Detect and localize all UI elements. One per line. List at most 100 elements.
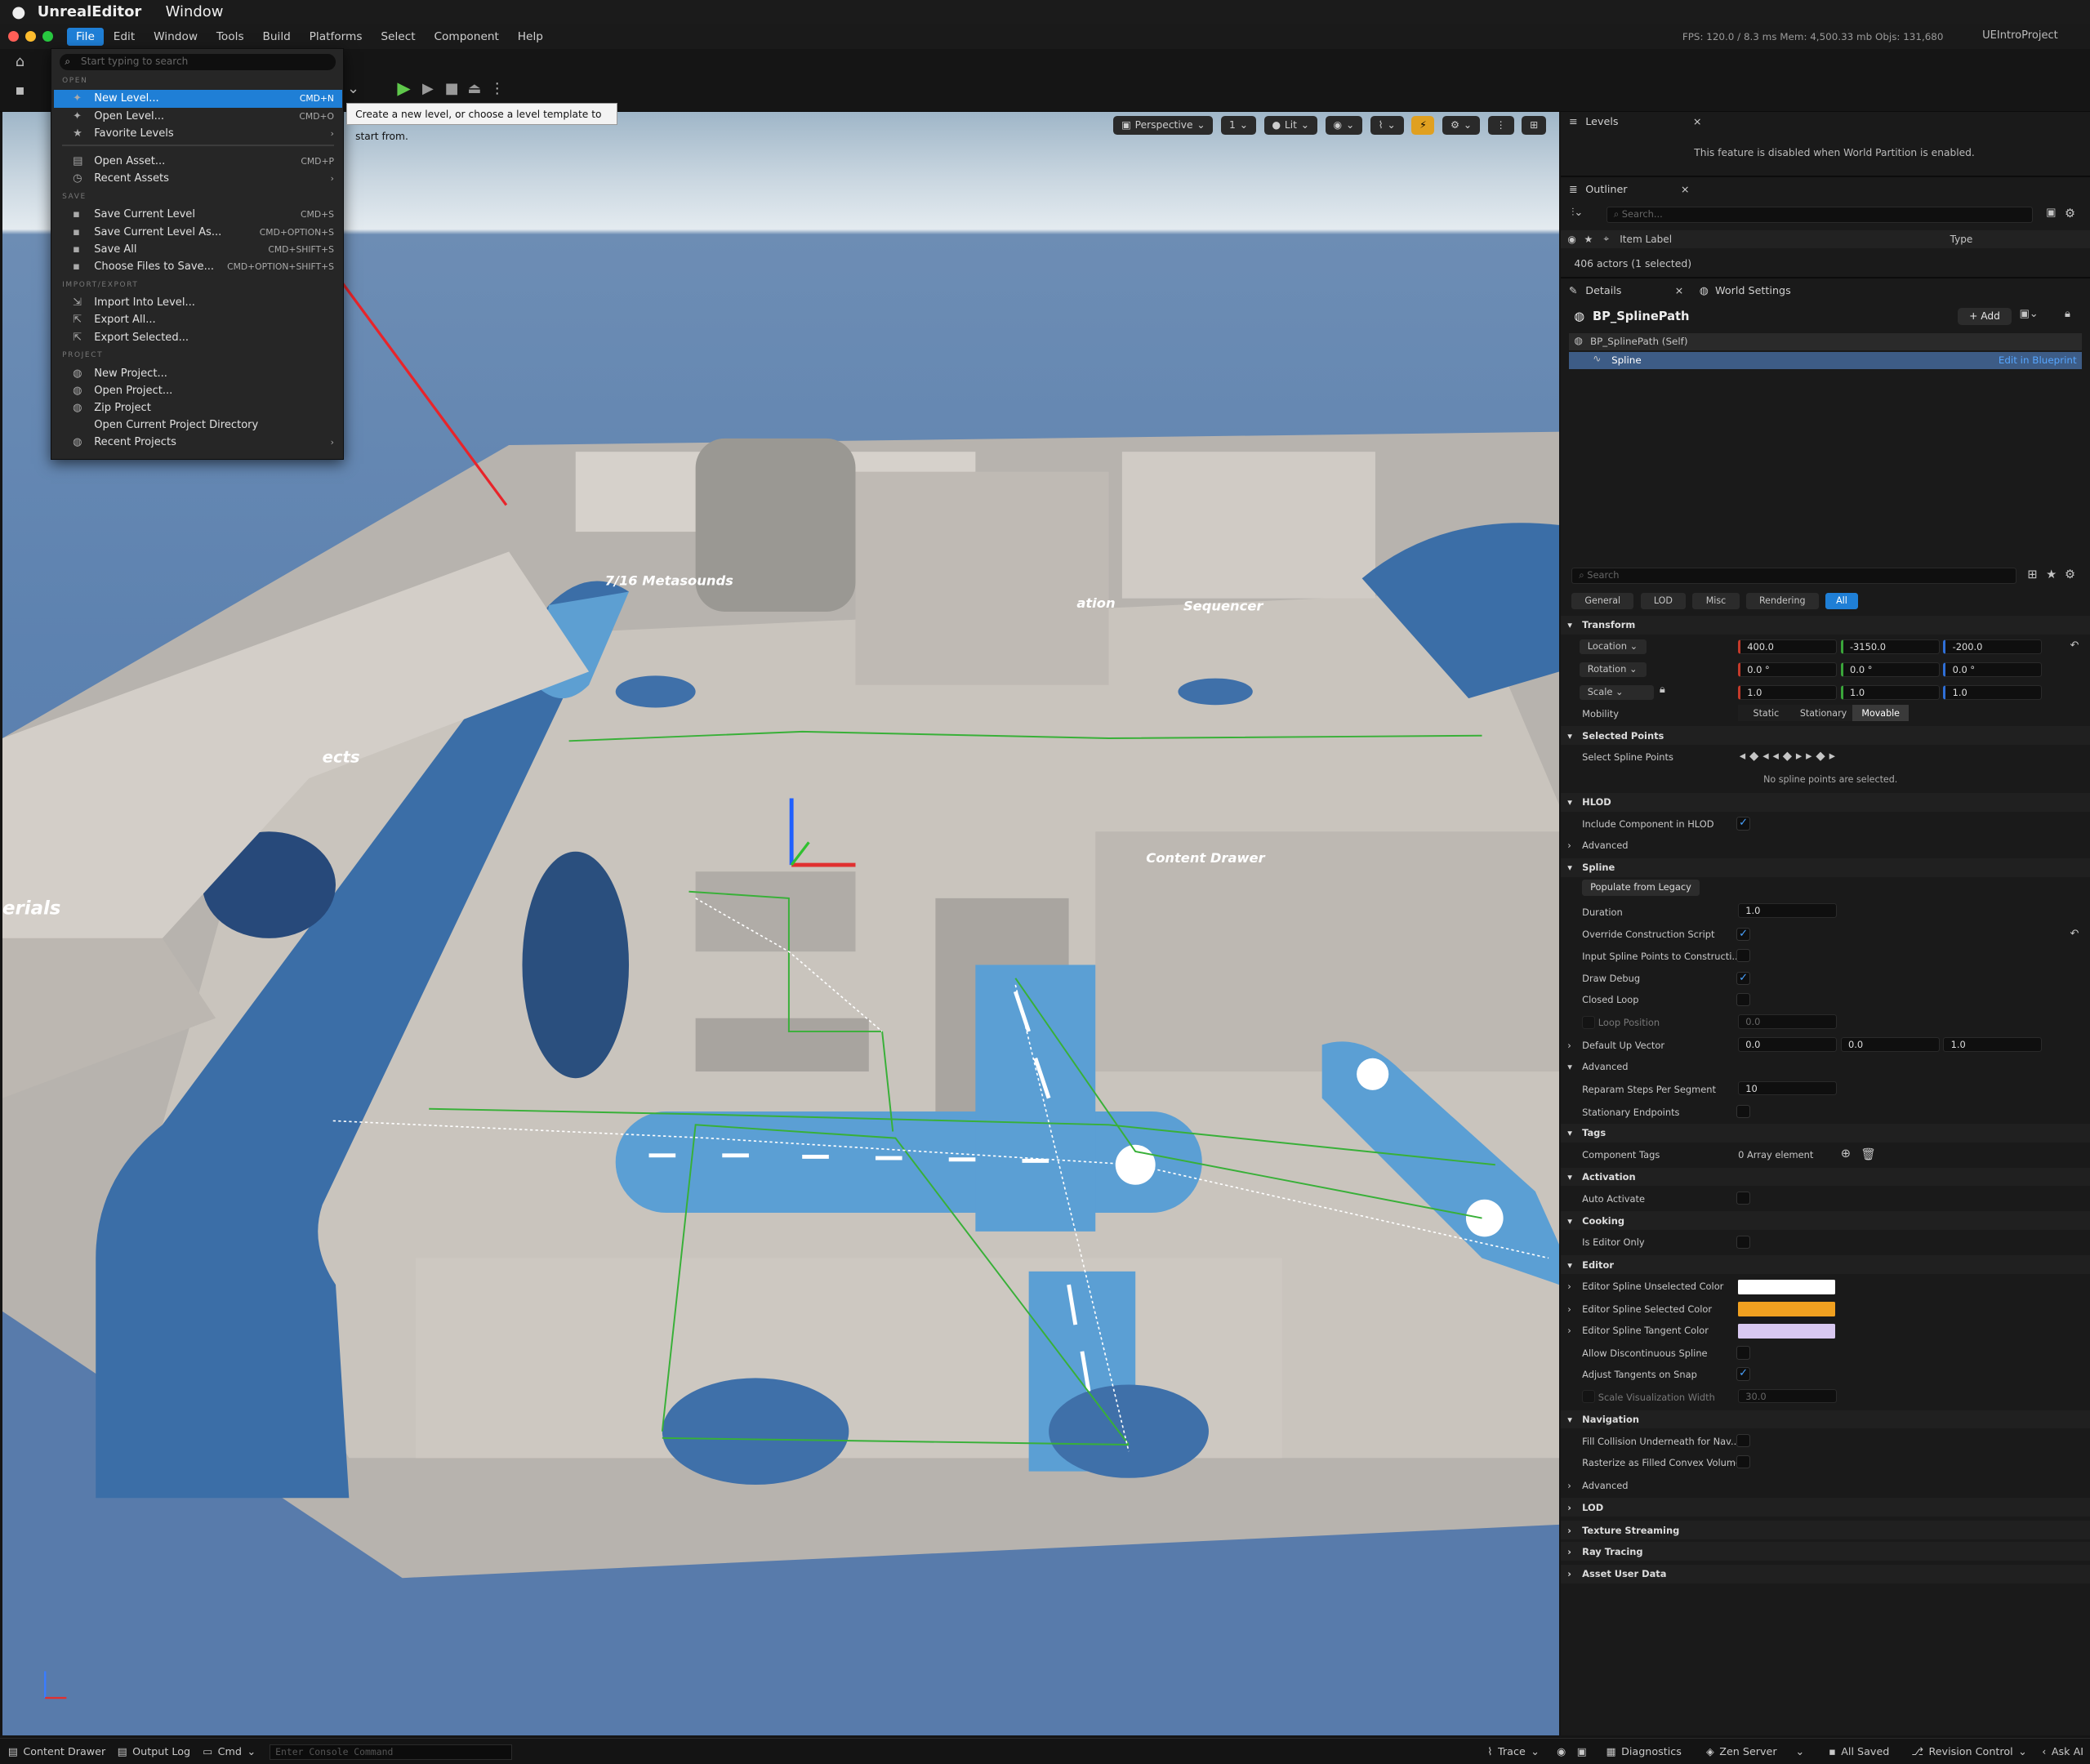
close-icon[interactable]: × (1675, 284, 1684, 296)
menu-open-asset[interactable]: ▤ Open Asset... CMD+P (54, 153, 342, 170)
category-transform[interactable]: ▾ Transform (1561, 615, 2090, 635)
outliner-search[interactable]: ⌕ Search... (1606, 206, 2033, 223)
menu-choose-files-to-save[interactable]: ▪ Choose Files to Save... CMD+OPTION+SHIFT… (54, 258, 342, 275)
record-icon[interactable]: ◉ (1557, 1745, 1566, 1757)
menu-edit[interactable]: Edit (104, 28, 144, 47)
mobility-static[interactable]: Static (1738, 705, 1794, 721)
category-selected-points[interactable]: ▾ Selected Points (1561, 726, 2090, 746)
closed-loop-checkbox[interactable] (1736, 992, 1750, 1007)
menu-recent-assets[interactable]: ◷ Recent Assets › (54, 170, 342, 187)
close-icon[interactable]: × (1681, 183, 1690, 195)
menu-window[interactable]: Window (145, 28, 207, 47)
category-texture-streaming[interactable]: › Texture Streaming (1561, 1521, 2090, 1539)
trash-icon[interactable]: 🗑︎ (1861, 1147, 1876, 1161)
scale-x[interactable]: 1.0 (1738, 684, 1837, 700)
app-name[interactable]: UnrealEditor (38, 3, 142, 20)
include-hlod-checkbox[interactable]: ✓ (1736, 817, 1750, 831)
gear-icon[interactable]: ⚙ (2065, 207, 2075, 220)
minimize-window-button[interactable] (25, 31, 37, 42)
input-spline-points-checkbox[interactable] (1736, 948, 1750, 963)
menu-zip-project[interactable]: ◍ Zip Project (54, 399, 342, 416)
menu-export-selected[interactable]: ⇱ Export Selected... (54, 328, 342, 345)
cmd-dropdown[interactable]: ▭ Cmd ⌄ (203, 1745, 256, 1757)
menu-help[interactable]: Help (508, 28, 552, 47)
loop-position-field[interactable]: 0.0 (1738, 1013, 1837, 1029)
lock-icon[interactable]: 🔒︎ (2065, 308, 2070, 320)
rotation-y[interactable]: 0.0 ° (1840, 662, 1940, 678)
default-up-y[interactable]: 0.0 (1840, 1036, 1940, 1052)
component-self-row[interactable]: ◍ BP_SplinePath (Self) (1568, 332, 2083, 351)
scale-y[interactable]: 1.0 (1840, 684, 1940, 700)
eject-button[interactable]: ⏏ (466, 80, 484, 99)
default-up-x[interactable]: 0.0 (1738, 1036, 1837, 1052)
menu-save-current-level-as[interactable]: ▪ Save Current Level As... CMD+OPTION+S (54, 224, 342, 241)
home-icon[interactable]: ⌂ (11, 53, 29, 72)
hlod-advanced[interactable]: › Advanced (1567, 840, 1628, 851)
category-lod[interactable]: › LOD (1561, 1498, 2090, 1517)
close-window-button[interactable] (7, 31, 19, 42)
rotation-dropdown[interactable]: Rotation ⌄ (1579, 662, 1647, 678)
default-up-z[interactable]: 1.0 (1943, 1036, 2043, 1052)
output-log-button[interactable]: ▤ Output Log (118, 1745, 191, 1757)
populate-from-legacy-button[interactable]: Populate from Legacy (1582, 880, 1700, 896)
file-menu-search[interactable]: ⌕ Start typing to search (59, 54, 336, 70)
selected-color-swatch[interactable] (1738, 1302, 1836, 1317)
selected-color-label[interactable]: › Editor Spline Selected Color (1567, 1303, 1712, 1315)
location-z[interactable]: -200.0 (1943, 639, 2043, 655)
is-editor-only-checkbox[interactable] (1736, 1235, 1750, 1250)
filter-general[interactable]: General (1571, 593, 1634, 609)
step-button[interactable]: ▶ (418, 80, 437, 99)
viewport-layout-button[interactable]: ⊞ (1522, 115, 1547, 135)
eye-icon[interactable]: ◉ (1567, 234, 1576, 245)
menu-import-into-level[interactable]: ⇲ Import Into Level... (54, 294, 342, 311)
star-icon[interactable]: ★ (2046, 568, 2057, 581)
viewport-fov-button[interactable]: 1 ⌄ (1221, 115, 1256, 135)
category-asset-user-data[interactable]: › Asset User Data (1561, 1564, 2090, 1584)
menu-open-project[interactable]: ◍ Open Project... (54, 382, 342, 399)
show-flags-button[interactable]: ◉ ⌄ (1325, 115, 1363, 135)
unselected-color-label[interactable]: › Editor Spline Unselected Color (1567, 1281, 1723, 1292)
location-dropdown[interactable]: Location ⌄ (1579, 639, 1647, 655)
mobility-movable[interactable]: Movable (1852, 705, 1909, 721)
viewport-settings-button[interactable]: ⚙ ⌄ (1442, 115, 1480, 135)
filter-misc[interactable]: Misc (1692, 593, 1740, 609)
viewport-perspective-button[interactable]: ▣ Perspective ⌄ (1113, 115, 1214, 135)
spline-point-select-buttons[interactable]: ◂◆◂◂◆▸▸◆▸ (1740, 749, 1839, 763)
menu-build[interactable]: Build (253, 28, 300, 47)
blueprint-options-icon[interactable]: ▣⌄ (2019, 308, 2038, 320)
mac-window-menu[interactable]: Window (166, 3, 224, 20)
console-input[interactable]: Enter Console Command (269, 1744, 512, 1761)
stop-button[interactable]: ■ (443, 80, 461, 99)
category-ray-tracing[interactable]: › Ray Tracing (1561, 1542, 2090, 1561)
menu-component[interactable]: Component (425, 28, 508, 47)
details-tab[interactable]: ✎ Details × (1569, 281, 1683, 300)
reset-icon[interactable]: ↶ (2070, 639, 2079, 652)
chevron-down-icon[interactable]: ⌄ (344, 80, 363, 99)
loop-position-checkbox[interactable] (1582, 1015, 1596, 1029)
menu-export-all[interactable]: ⇱ Export All... (54, 311, 342, 328)
tangent-color-label[interactable]: › Editor Spline Tangent Color (1567, 1325, 1709, 1336)
play-button[interactable]: ▶ (394, 79, 413, 99)
ask-ai-button[interactable]: ‹ Ask AI (2042, 1745, 2083, 1757)
world-settings-tab[interactable]: ◍ World Settings (1700, 281, 1791, 300)
trace-dropdown[interactable]: ⌇ Trace ⌄ (1487, 1745, 1540, 1757)
table-view-icon[interactable]: ⊞ (2027, 568, 2037, 581)
add-component-button[interactable]: + Add (1958, 307, 2012, 326)
save-icon[interactable]: ▪ (11, 82, 29, 100)
gear-icon[interactable]: ⚙ (2065, 568, 2075, 581)
menu-new-level[interactable]: ✦ New Level... CMD+N (54, 90, 342, 108)
add-folder-icon[interactable]: ▣ (2046, 207, 2056, 219)
fill-collision-checkbox[interactable] (1736, 1434, 1750, 1448)
menu-file[interactable]: File (66, 27, 105, 47)
category-editor[interactable]: ▾ Editor (1561, 1255, 2090, 1275)
diagnostics-button[interactable]: ▦ Diagnostics (1606, 1745, 1682, 1757)
location-x[interactable]: 400.0 (1738, 639, 1837, 655)
rasterize-checkbox[interactable] (1736, 1455, 1750, 1469)
stationary-endpoints-checkbox[interactable] (1736, 1104, 1750, 1119)
auto-activate-checkbox[interactable] (1736, 1191, 1750, 1205)
category-tags[interactable]: ▾ Tags (1561, 1123, 2090, 1143)
play-options-icon[interactable]: ⋮ (488, 80, 506, 99)
duration-field[interactable]: 1.0 (1738, 903, 1837, 919)
viewport-options-button[interactable]: ⋮ (1487, 115, 1514, 135)
rotation-z[interactable]: 0.0 ° (1943, 662, 2043, 678)
